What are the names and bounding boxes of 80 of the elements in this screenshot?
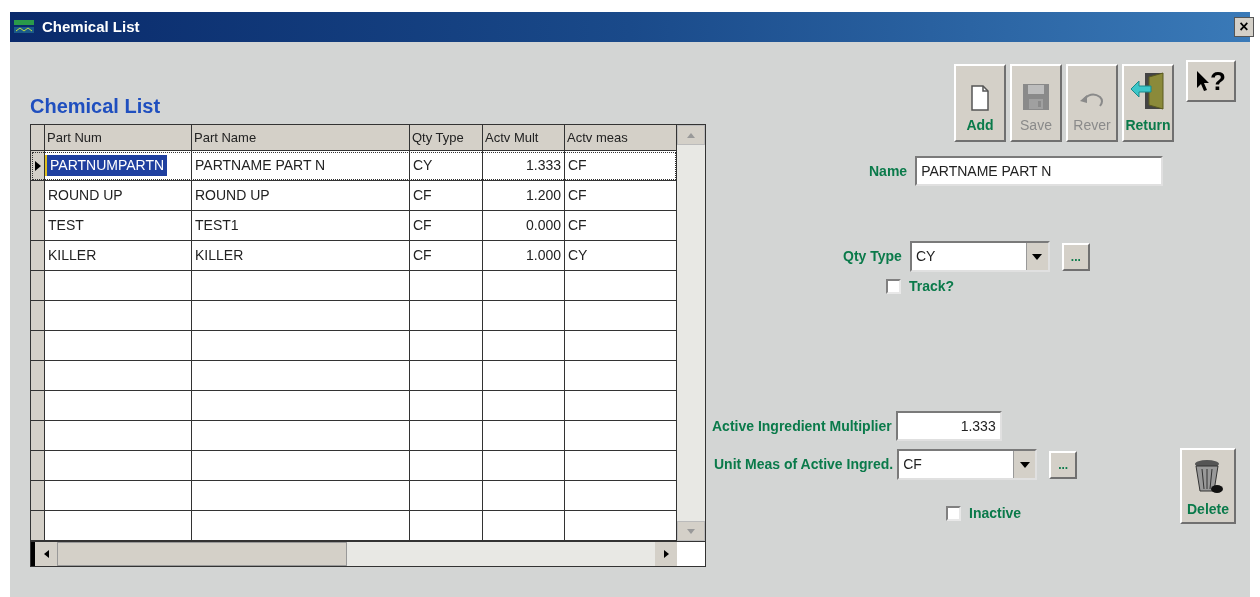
empty-row[interactable] [31,271,677,301]
door-exit-icon [1129,71,1167,111]
table-cell-text: CY [412,156,434,175]
page-icon [970,85,990,111]
row-selector[interactable] [31,331,45,360]
row-selector[interactable] [31,241,45,270]
field-label: Qty Type [843,247,902,266]
field-label: Active Ingredient Multiplier [712,416,892,436]
qty-type-dropdown[interactable]: CY [909,241,1050,272]
row-selector[interactable] [31,391,45,420]
horizontal-scrollbar[interactable] [31,542,677,566]
ellipsis-button[interactable]: ... [1049,450,1078,479]
table-cell-text: CF [567,156,588,175]
field-label: Unit Meas of Active Ingred. [714,455,894,474]
table-cell-text: KILLER [47,246,98,265]
table-cell-text: CY [567,246,589,265]
checkbox[interactable] [886,279,901,294]
table-row[interactable]: ROUND UP ROUND UP CF 1.200 CF [31,181,677,211]
ellipsis-button[interactable]: ... [1061,242,1090,271]
app-icon [14,19,34,35]
table-cell-text: CF [412,216,433,235]
table-cell-text: KILLER [194,246,245,265]
checkbox[interactable] [946,506,961,521]
table-cell-text: ROUND UP [194,186,271,205]
field-label: Name [869,161,908,181]
table-cell-text: CF [567,186,588,205]
empty-row[interactable] [31,391,677,421]
table-cell-text: 0.000 [524,216,562,235]
empty-row[interactable] [31,421,677,451]
table-cell-text: ROUND UP [47,186,124,205]
row-pointer-icon [34,160,41,171]
name-field[interactable]: PARTNAME PART N [915,156,1164,186]
scroll-right-icon[interactable] [663,550,669,558]
unit-measure-dropdown[interactable]: CF [897,449,1038,480]
return-button[interactable]: Return [1122,64,1174,142]
table-cell-text: 1.000 [524,246,562,265]
row-selector[interactable] [31,211,45,240]
delete-button[interactable]: Delete [1180,448,1236,524]
table-row[interactable]: KILLER KILLER CF 1.000 CY [31,241,677,271]
empty-row[interactable] [31,331,677,361]
empty-row[interactable] [31,511,677,541]
row-selector[interactable] [31,481,45,510]
row-selector[interactable] [31,181,45,210]
row-selector[interactable] [31,421,45,450]
column-header[interactable]: Qty Type [410,125,483,150]
table-cell-text: 1.200 [524,186,562,205]
row-selector[interactable] [31,361,45,390]
scroll-left-icon[interactable] [43,550,49,558]
empty-row[interactable] [31,451,677,481]
multiplier-field[interactable]: 1.333 [895,411,1002,441]
table-cell-text: CF [412,246,433,265]
table-row[interactable]: PARTNUMPARTN PARTNAME PART N CY 1.333 CF [31,151,677,181]
pointer-icon [1196,70,1211,92]
row-selector[interactable] [31,151,45,180]
empty-row[interactable] [31,481,677,511]
column-header[interactable]: Part Name [192,125,410,150]
empty-row[interactable] [31,361,677,391]
trash-can-icon [1192,459,1224,495]
row-selector[interactable] [31,301,45,330]
help-button[interactable]: ? [1186,60,1236,102]
section-heading: Chemical List [30,96,162,116]
checkbox-label: Inactive [969,504,1022,523]
checkbox-label: Track? [909,277,955,296]
table-cell-text: 1.333 [524,156,562,175]
table-cell: PARTNUMPARTN [45,155,168,176]
row-selector[interactable] [31,511,45,540]
table-cell-text: CF [567,216,588,235]
close-button[interactable]: × [1234,17,1254,37]
window-title: Chemical List [42,16,141,37]
row-selector[interactable] [31,451,45,480]
add-button[interactable]: Add [954,64,1006,142]
row-selector[interactable] [31,271,45,300]
table-cell-text: TEST1 [194,216,240,235]
column-header[interactable]: Actv Mult [483,125,565,150]
column-header[interactable]: Part Num [45,125,192,150]
table-row[interactable]: TEST TEST1 CF 0.000 CF [31,211,677,241]
empty-row[interactable] [31,301,677,331]
table-cell-text: TEST [47,216,85,235]
table-cell-text: PARTNAME PART N [194,156,327,175]
table-cell-text: CF [412,186,433,205]
